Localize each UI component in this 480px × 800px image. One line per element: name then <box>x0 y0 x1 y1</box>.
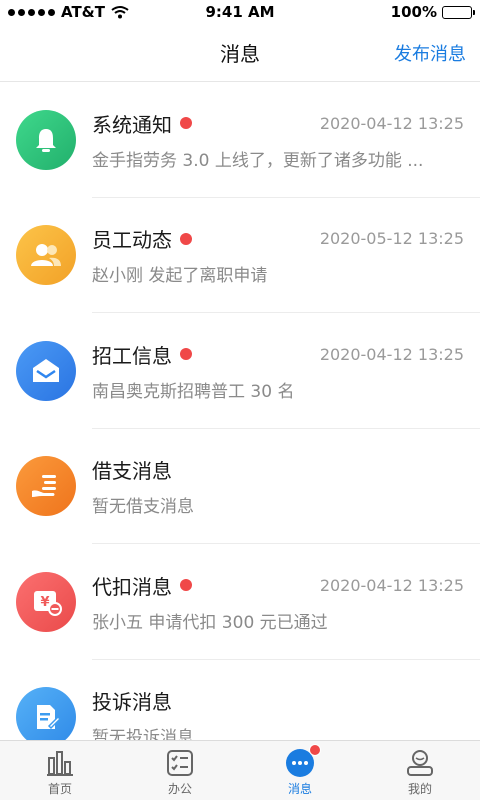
message-title: 招工信息 <box>92 343 172 368</box>
users-icon <box>31 244 61 267</box>
staff-activity-avatar <box>16 225 76 286</box>
message-item-deduction[interactable]: ¥ 代扣消息 2020-04-12 13:25 张小五 申请代扣 300 元已通… <box>0 544 480 660</box>
deduction-avatar: ¥ <box>16 571 76 632</box>
envelope-icon <box>33 358 59 382</box>
publish-message-button[interactable]: 发布消息 <box>394 40 466 66</box>
page-title: 消息 <box>220 42 260 66</box>
message-time: 2020-04-12 13:25 <box>319 113 464 133</box>
status-bar: AT&T 9:41 AM 100% <box>0 0 480 24</box>
message-preview: 金手指劳务 3.0 上线了，更新了诸多功能 ... <box>92 150 424 171</box>
battery-percent: 100% <box>390 3 437 21</box>
advance-avatar <box>16 456 76 517</box>
unread-dot <box>180 579 192 592</box>
carrier-name: AT&T <box>61 3 105 21</box>
tab-office[interactable]: 办公 <box>120 741 240 800</box>
tab-label: 首页 <box>47 782 72 796</box>
tab-label: 办公 <box>167 782 192 796</box>
tab-home[interactable]: 首页 <box>0 741 120 800</box>
person-icon <box>405 748 435 778</box>
tab-profile[interactable]: 我的 <box>360 741 480 800</box>
hand-coin-icon <box>32 475 56 498</box>
message-item-advance[interactable]: 借支消息 暂无借支消息 <box>0 429 480 545</box>
message-preview: 南昌奥克斯招聘普工 30 名 <box>92 381 295 402</box>
tab-messages[interactable]: 消息 <box>240 741 360 800</box>
message-time: 2020-04-12 13:25 <box>319 575 464 595</box>
tab-bar: 首页 办公 消息 我的 <box>0 740 480 800</box>
complaint-avatar <box>16 687 76 740</box>
nav-bar: 消息 发布消息 <box>0 24 480 82</box>
unread-dot <box>180 117 192 130</box>
battery-icon <box>442 5 475 19</box>
message-preview: 赵小刚 发起了离职申请 <box>92 266 268 287</box>
tab-label: 我的 <box>407 782 432 796</box>
checklist-icon <box>165 748 195 778</box>
message-title: 员工动态 <box>92 228 172 253</box>
message-preview: 暂无借支消息 <box>92 497 194 518</box>
message-item-complaint[interactable]: 投诉消息 暂无投诉消息 <box>0 660 480 740</box>
message-list[interactable]: 系统通知 2020-04-12 13:25 金手指劳务 3.0 上线了，更新了诸… <box>0 82 480 740</box>
message-title: 系统通知 <box>92 112 172 137</box>
cellular-signal-icon <box>8 8 55 16</box>
message-preview: 张小五 申请代扣 300 元已通过 <box>92 612 328 633</box>
bar-chart-icon <box>45 748 75 778</box>
message-item-system-notice[interactable]: 系统通知 2020-04-12 13:25 金手指劳务 3.0 上线了，更新了诸… <box>0 82 480 198</box>
message-time: 2020-04-12 13:25 <box>319 344 464 364</box>
message-title: 代扣消息 <box>92 574 172 599</box>
recruitment-avatar <box>16 340 76 401</box>
message-title: 投诉消息 <box>92 690 172 715</box>
message-time: 2020-05-12 13:25 <box>319 229 464 249</box>
yen-deduct-icon: ¥ <box>34 590 62 616</box>
document-edit-icon <box>37 705 61 730</box>
tab-label: 消息 <box>287 782 312 796</box>
message-item-recruitment[interactable]: 招工信息 2020-04-12 13:25 南昌奥克斯招聘普工 30 名 <box>0 313 480 429</box>
message-title: 借支消息 <box>92 459 172 484</box>
system-notice-avatar <box>16 109 76 170</box>
chat-dots-icon <box>285 744 321 778</box>
unread-dot <box>180 348 192 361</box>
message-item-staff-activity[interactable]: 员工动态 2020-05-12 13:25 赵小刚 发起了离职申请 <box>0 198 480 314</box>
message-preview: 暂无投诉消息 <box>92 728 194 740</box>
wifi-icon <box>111 6 129 19</box>
bell-icon <box>36 128 56 152</box>
tab-badge <box>309 744 321 756</box>
unread-dot <box>180 232 192 245</box>
